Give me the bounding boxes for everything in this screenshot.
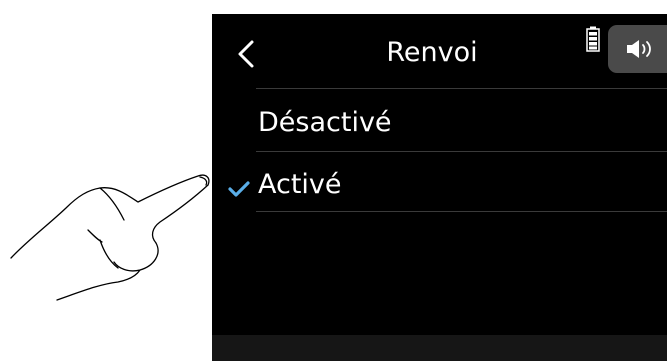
battery-icon — [586, 26, 600, 52]
speaker-icon — [627, 40, 651, 58]
speaker-button[interactable] — [608, 25, 667, 73]
chevron-left-icon[interactable] — [234, 38, 256, 70]
menu-item-label: Désactivé — [258, 107, 392, 138]
menu-item-active[interactable]: Activé — [212, 156, 667, 214]
footer-bar — [212, 335, 667, 361]
header-bar: Renvoi — [212, 14, 667, 88]
check-icon — [228, 180, 250, 202]
menu-item-desactive[interactable]: Désactivé — [212, 94, 667, 152]
page-title: Renvoi — [386, 37, 478, 68]
menu-divider — [256, 211, 667, 212]
menu-divider — [256, 88, 667, 89]
menu-divider — [256, 151, 667, 152]
menu-item-label: Activé — [258, 169, 342, 200]
device-screen: Renvoi Désactivé Activé — [212, 14, 667, 361]
